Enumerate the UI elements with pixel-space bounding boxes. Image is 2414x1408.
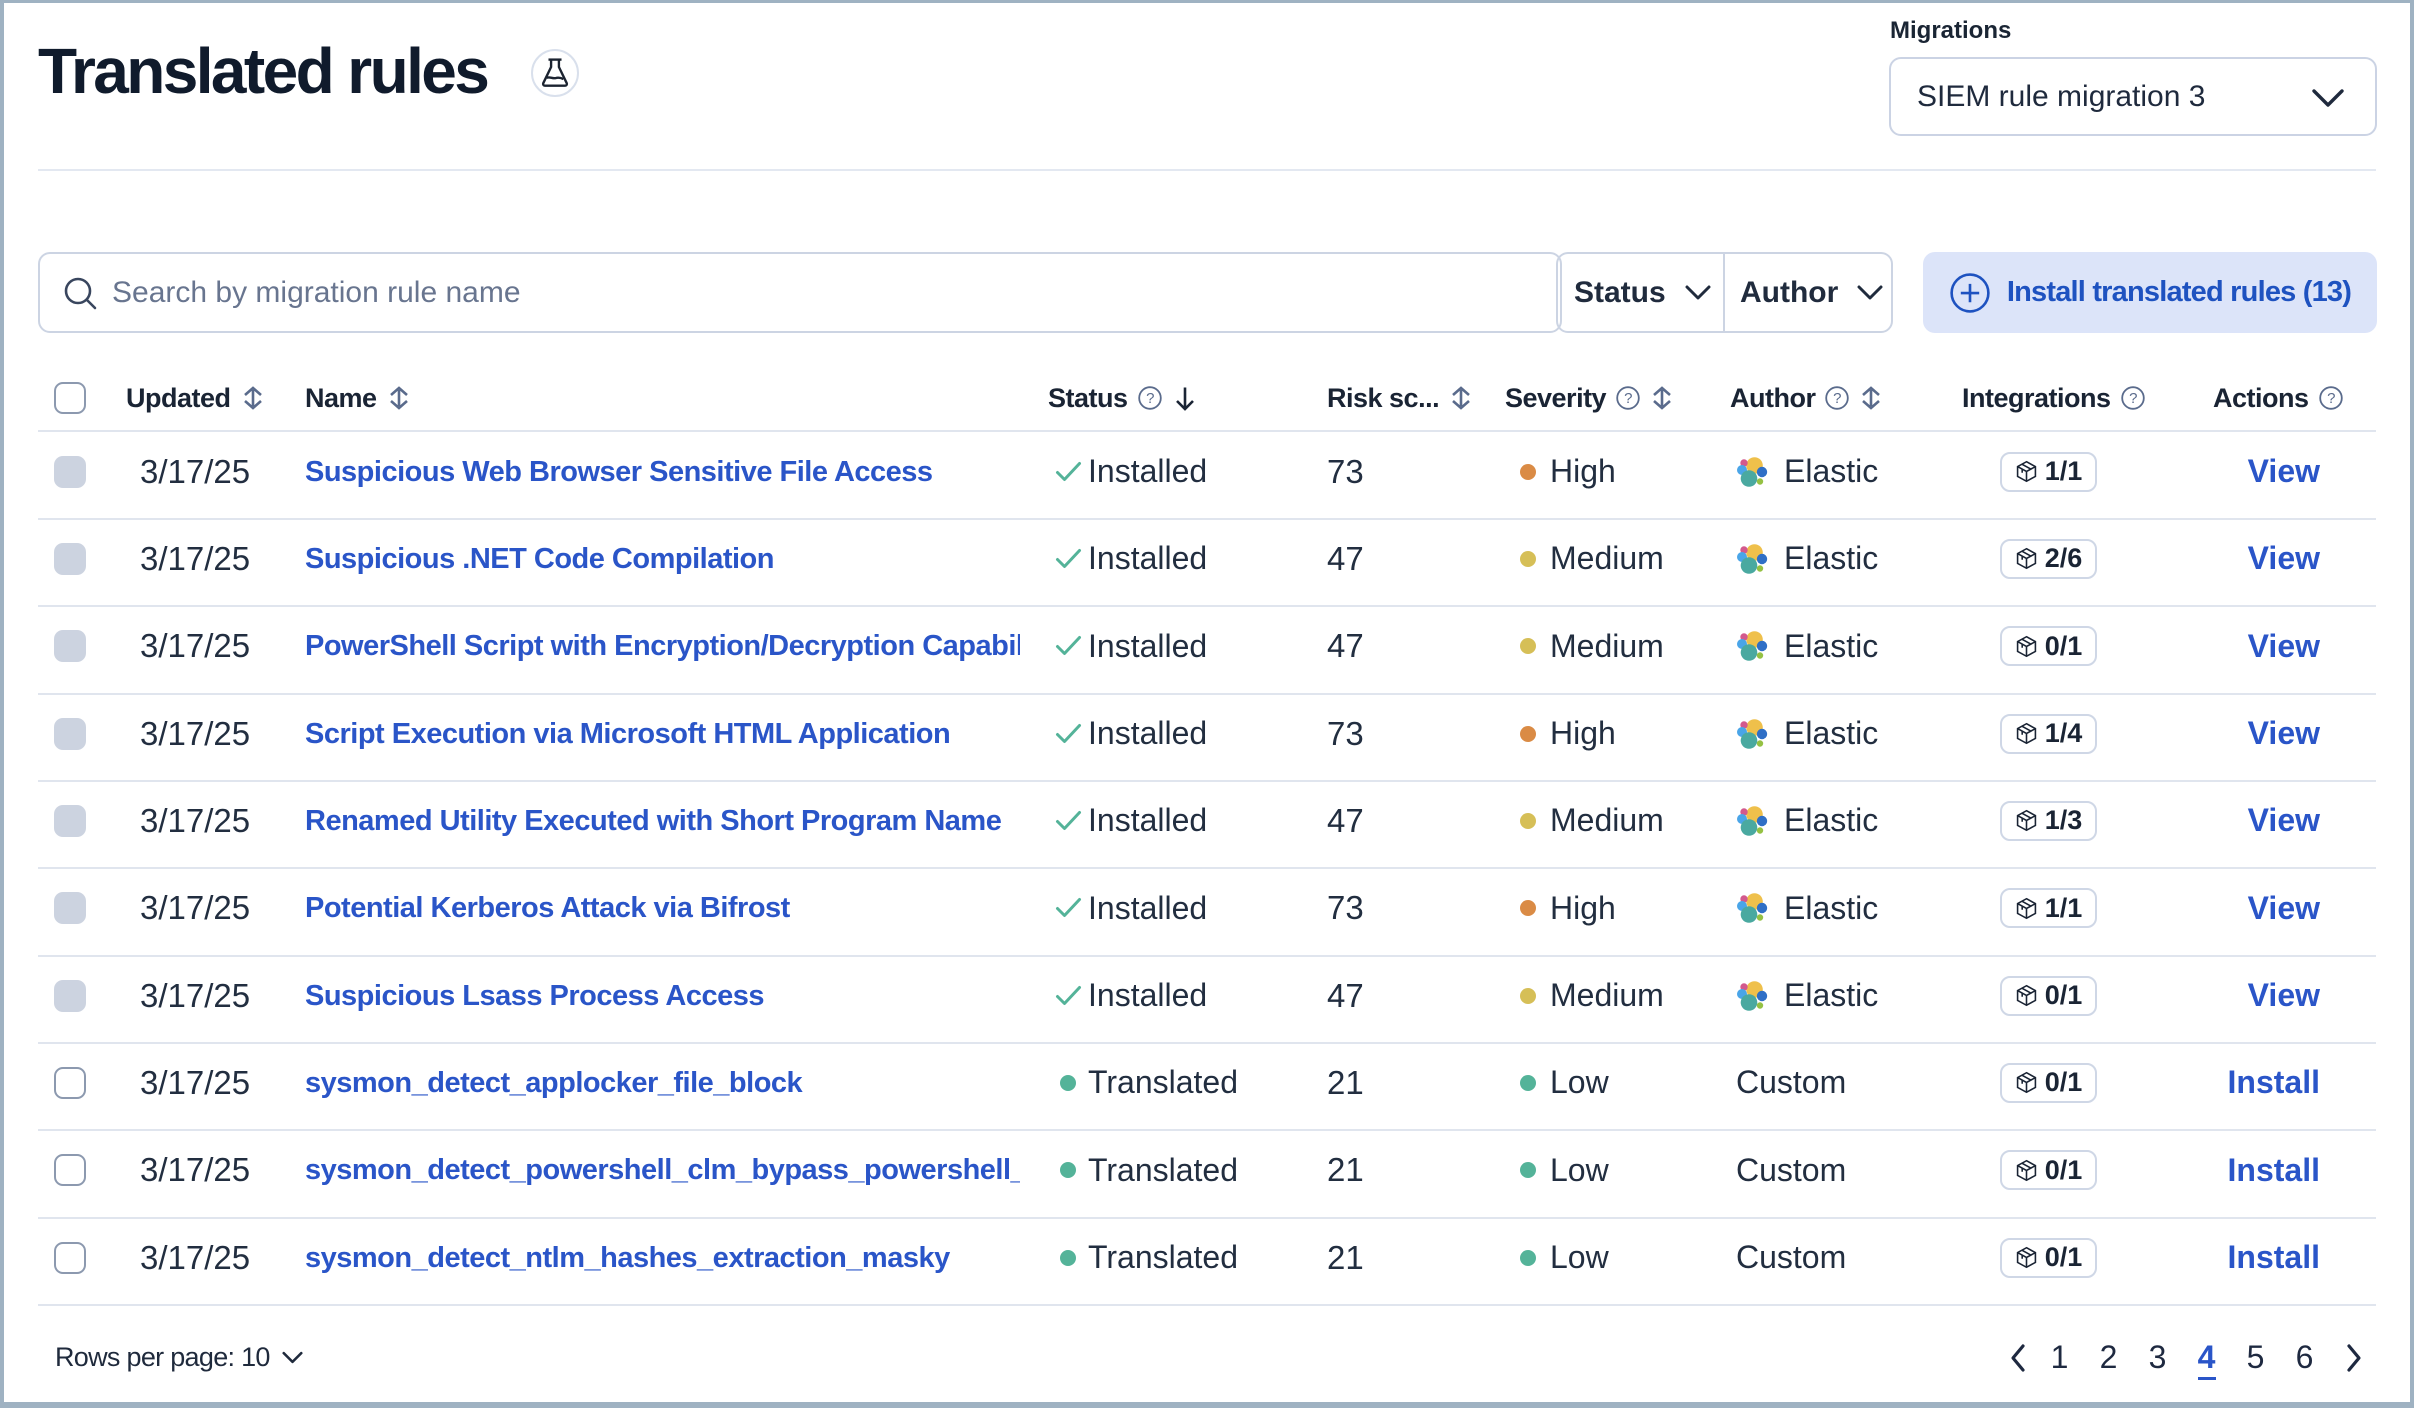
svg-text:?: ? — [1146, 390, 1154, 407]
svg-text:?: ? — [2327, 390, 2335, 407]
svg-text:?: ? — [1624, 390, 1632, 407]
svg-text:?: ? — [2129, 390, 2137, 407]
svg-text:?: ? — [1834, 390, 1842, 407]
